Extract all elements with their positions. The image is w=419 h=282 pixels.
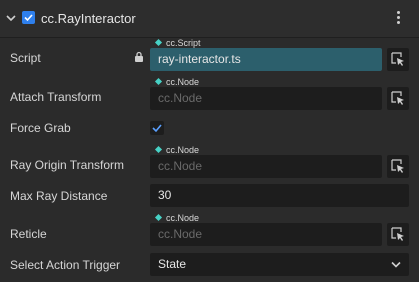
diamond-icon [154, 39, 163, 47]
pick-target-icon [391, 52, 404, 66]
script-type-tag-text: cc.Script [166, 38, 201, 48]
force-grab-label: Force Grab [10, 121, 71, 135]
max-ray-distance-input[interactable]: 30 [150, 184, 409, 207]
checkbox-checked-icon [24, 14, 33, 22]
max-ray-distance-label: Max Ray Distance [10, 189, 108, 203]
lock-icon [135, 51, 143, 62]
ray-origin-transform-pick-button[interactable] [387, 155, 409, 178]
chevron-down-icon[interactable] [5, 12, 17, 24]
pick-target-icon [391, 91, 404, 105]
component-enabled-checkbox[interactable] [22, 11, 35, 24]
force-grab-checkbox[interactable] [150, 121, 164, 135]
attach-transform-pick-button[interactable] [387, 87, 409, 110]
ray-origin-transform-field[interactable]: cc.Node [150, 155, 382, 178]
pick-target-icon [391, 227, 404, 241]
kebab-menu-icon[interactable] [396, 11, 402, 27]
reticle-field[interactable]: cc.Node [150, 223, 382, 246]
attach-transform-type-tag-text: cc.Node [166, 77, 200, 87]
ray-origin-transform-label: Ray Origin Transform [10, 158, 125, 172]
select-action-trigger-dropdown[interactable]: State [150, 253, 409, 276]
reticle-type-tag-text: cc.Node [166, 213, 200, 223]
component-header: cc.RayInteractor [0, 0, 419, 38]
checkbox-checked-icon [152, 124, 162, 133]
script-field[interactable]: ray-interactor.ts [150, 48, 382, 71]
diamond-icon [154, 78, 163, 86]
attach-transform-label: Attach Transform [10, 90, 102, 104]
select-action-trigger-value: State [158, 257, 187, 271]
script-label: Script [10, 51, 41, 65]
chevron-down-icon [391, 261, 401, 268]
reticle-pick-button[interactable] [387, 223, 409, 246]
select-action-trigger-label: Select Action Trigger [10, 258, 121, 272]
diamond-icon [154, 214, 163, 222]
ray-origin-transform-type-tag-text: cc.Node [166, 145, 200, 155]
pick-target-icon [391, 159, 404, 173]
component-title: cc.RayInteractor [41, 11, 136, 26]
attach-transform-field[interactable]: cc.Node [150, 87, 382, 110]
reticle-label: Reticle [10, 227, 47, 241]
script-pick-button[interactable] [387, 48, 409, 71]
diamond-icon [154, 146, 163, 154]
